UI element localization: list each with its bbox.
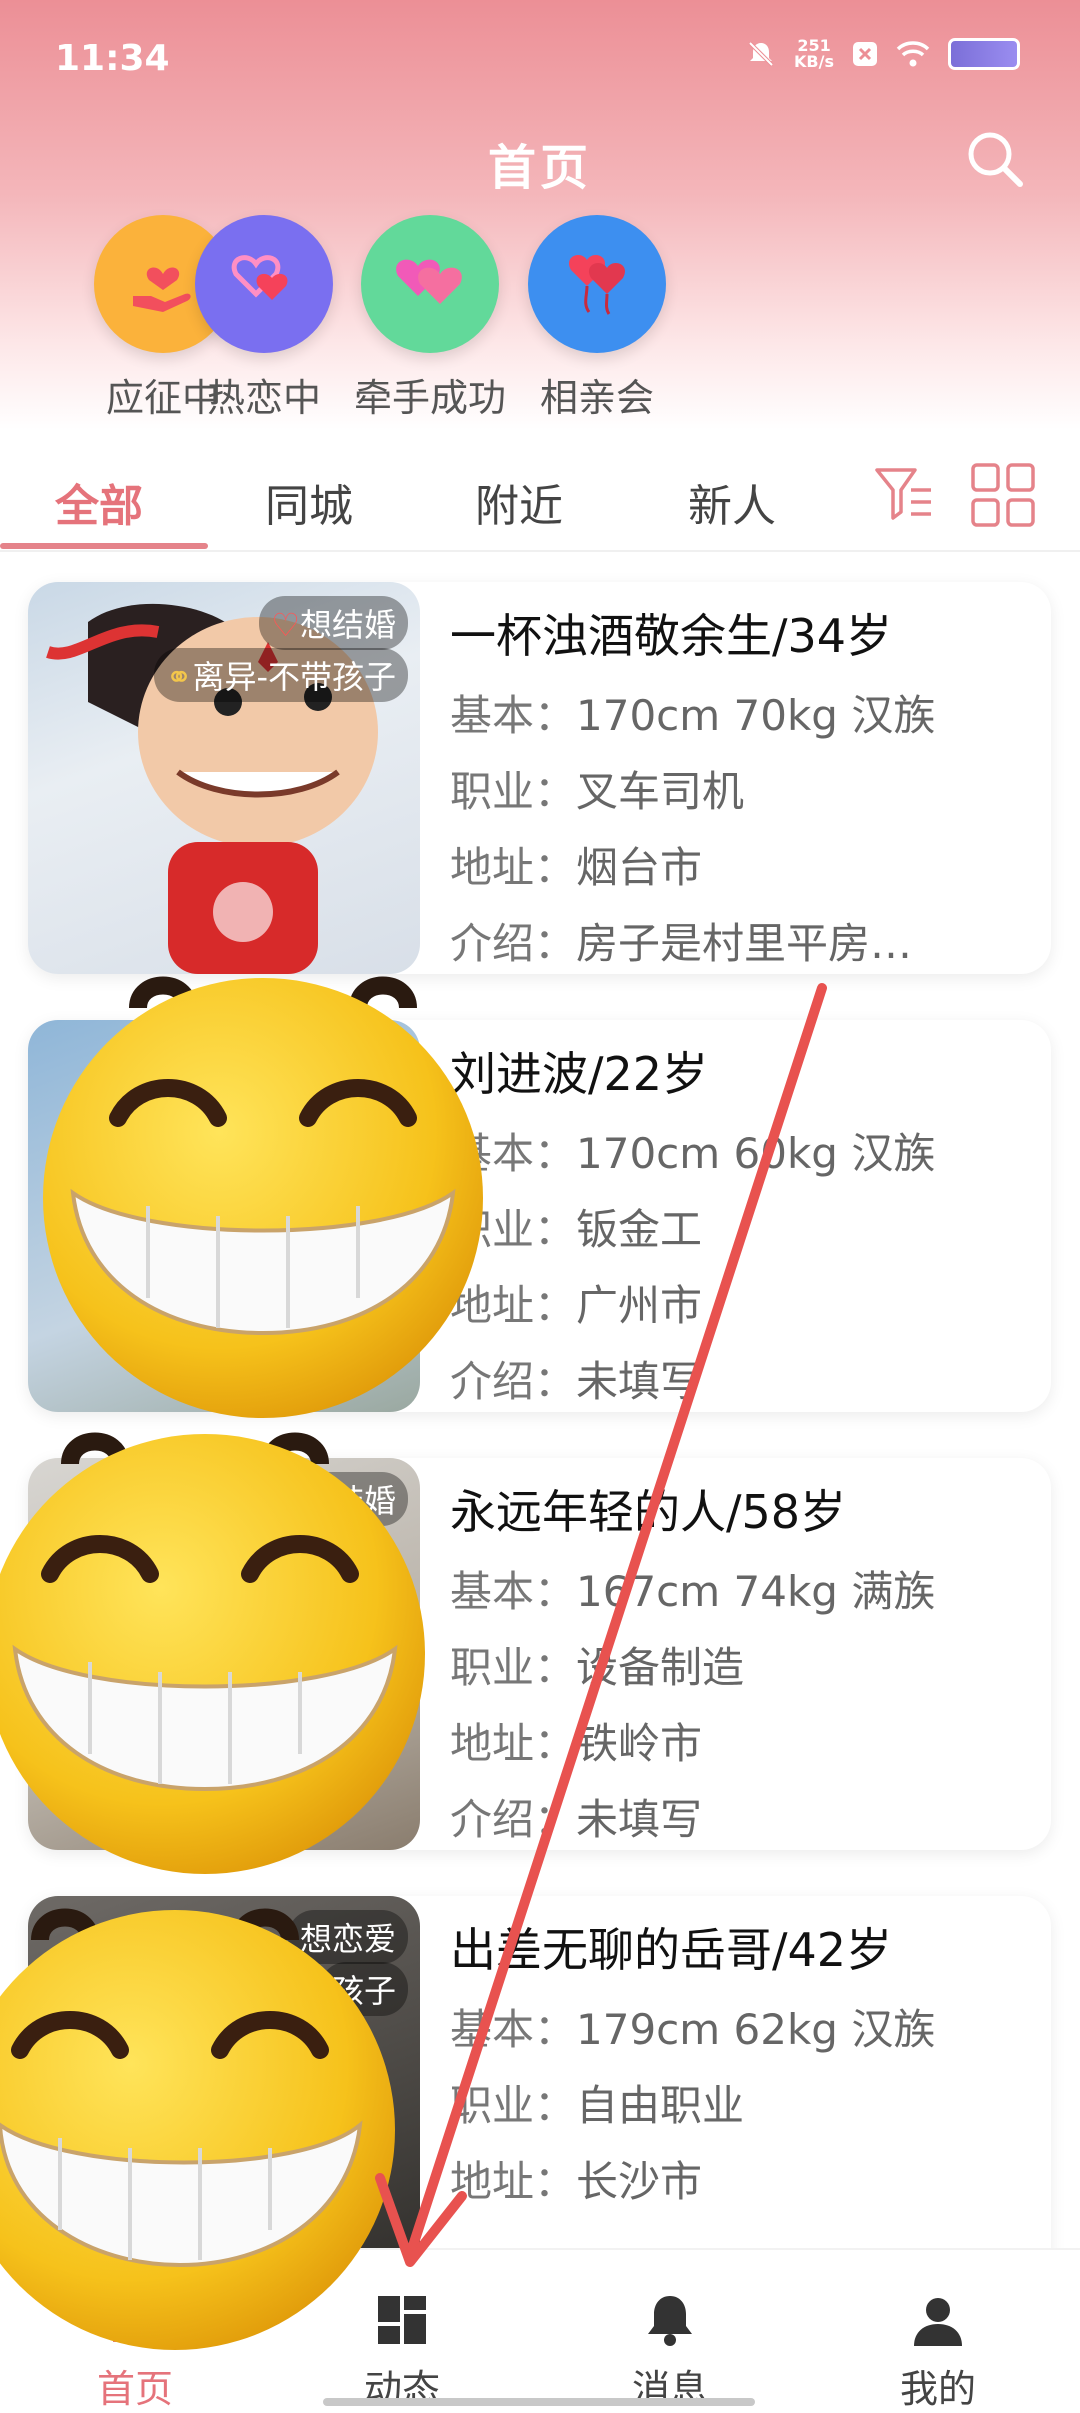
nav-label: 首页	[96, 2367, 173, 2411]
profile-address: 地址：烟台市	[450, 834, 702, 895]
tab-same-city[interactable]: 同城	[265, 470, 353, 534]
address-label: 地址：	[450, 1719, 577, 1768]
intro-label: 介绍：	[450, 1795, 577, 1844]
status-icons: 251 KB/s	[746, 38, 1020, 70]
address-value: 广州市	[576, 1281, 703, 1330]
profile-basic: 基本：167cm 74kg 满族	[450, 1558, 935, 1619]
close-box-icon	[853, 42, 877, 66]
basic-value: 167cm 74kg 满族	[576, 1567, 936, 1616]
status-time: 11:34	[55, 38, 170, 79]
category-label: 相亲会	[539, 376, 654, 420]
profile-job: 职业：自由职业	[450, 2072, 744, 2133]
hearts-icon	[361, 215, 499, 353]
job-label: 职业：	[450, 767, 577, 816]
profile-basic: 基本：170cm 60kg 汉族	[450, 1120, 935, 1181]
profile-title: 永远年轻的人/58岁	[450, 1485, 847, 1539]
nav-label: 我的	[899, 2367, 976, 2411]
job-label: 职业：	[450, 2081, 577, 2130]
address-value: 长沙市	[576, 2157, 703, 2206]
bell-icon	[648, 2296, 692, 2346]
grinning-emoji-sticker	[43, 976, 483, 1418]
profile-card[interactable]: ♡想结婚 ⚭离异-不带孩子 一杯浊酒敬余生/34岁 基本：170cm 70kg …	[28, 582, 1051, 974]
job-value: 钣金工	[576, 1205, 703, 1254]
basic-label: 基本：	[450, 691, 577, 740]
balloon-hearts-icon	[528, 215, 666, 353]
profile-job: 职业：叉车司机	[450, 758, 744, 819]
tab-divider	[0, 550, 1080, 552]
tab-nearby[interactable]: 附近	[475, 470, 563, 534]
grid-view-icon[interactable]	[970, 462, 1036, 528]
intro-value: 未填写	[576, 1357, 703, 1406]
profile-address: 地址：长沙市	[450, 2148, 702, 2209]
page-title: 首页	[487, 140, 592, 196]
tab-indicator	[0, 543, 208, 549]
nav-profile[interactable]: 我的	[838, 2290, 1038, 2413]
net-speed-unit: KB/s	[794, 52, 834, 71]
marital-status-tag: ⚭离异-不带孩子	[153, 648, 408, 702]
heart-outline-icon: ♡	[271, 606, 300, 644]
home-indicator[interactable]	[323, 2398, 755, 2406]
grinning-emoji-sticker	[0, 1432, 425, 1874]
net-speed: 251 KB/s	[794, 38, 834, 70]
profile-photo: ♡想结婚 ⚭离异-不带孩子	[28, 582, 420, 974]
basic-value: 179cm 62kg 汉族	[576, 2005, 936, 2054]
profile-intro: 介绍：未填写	[450, 1786, 702, 1847]
search-icon[interactable]	[964, 128, 1026, 190]
battery-icon	[948, 38, 1020, 70]
basic-value: 170cm 60kg 汉族	[576, 1129, 936, 1178]
job-value: 设备制造	[576, 1643, 745, 1692]
person-icon	[914, 2298, 962, 2346]
profile-title: 出差无聊的岳哥/42岁	[450, 1923, 893, 1977]
profile-title: 一杯浊酒敬余生/34岁	[450, 609, 893, 663]
address-value: 烟台市	[576, 843, 703, 892]
mute-bell-icon	[748, 41, 774, 67]
address-label: 地址：	[450, 843, 577, 892]
category-blind-date[interactable]: 相亲会	[492, 215, 702, 422]
wifi-icon	[896, 41, 930, 67]
profile-address: 地址：铁岭市	[450, 1710, 702, 1771]
tab-newcomers[interactable]: 新人	[688, 470, 776, 534]
job-value: 叉车司机	[576, 767, 745, 816]
tag-label: 离异-不带孩子	[192, 658, 396, 696]
profile-job: 职业：设备制造	[450, 1634, 744, 1695]
profile-basic: 基本：170cm 70kg 汉族	[450, 682, 935, 743]
tag-label: 想结婚	[299, 606, 396, 644]
intro-value: 未填写	[576, 1795, 703, 1844]
address-label: 地址：	[450, 2157, 577, 2206]
rings-icon: ⚭	[165, 658, 193, 696]
nav-messages[interactable]: 消息	[570, 2290, 770, 2413]
profile-basic: 基本：179cm 62kg 汉族	[450, 1996, 935, 2057]
basic-label: 基本：	[450, 2005, 577, 2054]
basic-value: 170cm 70kg 汉族	[576, 691, 936, 740]
job-value: 自由职业	[576, 2081, 745, 2130]
basic-label: 基本：	[450, 1567, 577, 1616]
tab-all[interactable]: 全部	[55, 470, 143, 534]
address-value: 铁岭市	[576, 1719, 703, 1768]
job-label: 职业：	[450, 1643, 577, 1692]
intro-value: 房子是村里平房…	[576, 919, 913, 968]
double-heart-icon	[195, 215, 333, 353]
grinning-emoji-sticker	[0, 1908, 395, 2350]
marriage-intent-tag: ♡想结婚	[259, 596, 408, 650]
profile-intro: 介绍：房子是村里平房…	[450, 910, 912, 971]
filter-icon[interactable]	[873, 462, 935, 524]
